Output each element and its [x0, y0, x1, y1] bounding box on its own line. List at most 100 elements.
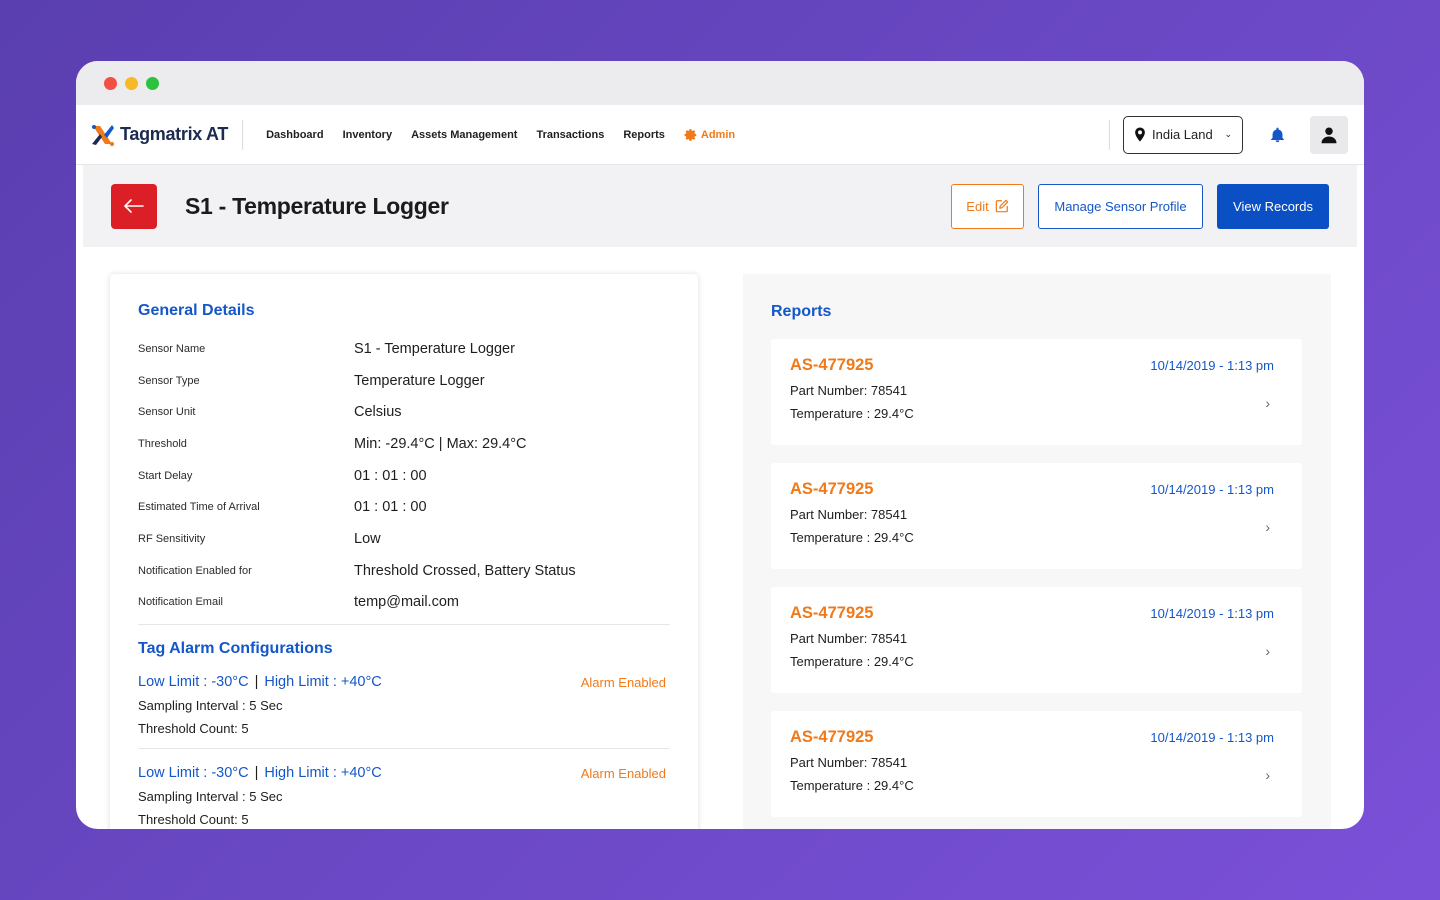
detail-value: Low [354, 530, 381, 547]
chevron-right-icon: › [1265, 643, 1270, 659]
app-window: Tagmatrix AT Dashboard Inventory Assets … [76, 61, 1364, 829]
report-part-number: Part Number: 78541 [790, 383, 908, 398]
detail-row-rf-sensitivity: RF Sensitivity Low [138, 523, 670, 555]
location-select[interactable]: India Land ⌄ [1123, 115, 1243, 154]
tag-alarm-title: Tag Alarm Configurations [138, 640, 333, 658]
manage-sensor-profile-button[interactable]: Manage Sensor Profile [1038, 183, 1203, 229]
logo[interactable]: Tagmatrix AT [90, 119, 244, 150]
nav-divider [1109, 119, 1110, 150]
alarm-limits: Low Limit : -30°C | High Limit : +40°C [138, 674, 382, 690]
bell-icon [1270, 127, 1284, 142]
gear-icon [684, 128, 697, 141]
detail-row-sensor-type: Sensor Type Temperature Logger [138, 365, 670, 397]
detail-value: Min: -29.4°C | Max: 29.4°C [354, 435, 527, 452]
nav-dashboard[interactable]: Dashboard [266, 129, 323, 141]
detail-label: Sensor Type [138, 374, 200, 387]
details-card: General Details Sensor Name S1 - Tempera… [110, 274, 698, 829]
nav-assets-management[interactable]: Assets Management [411, 129, 517, 141]
detail-label: Estimated Time of Arrival [138, 501, 260, 514]
alarm-header: Low Limit : -30°C | High Limit : +40°C Ala… [138, 674, 666, 690]
alarm-config-item: Low Limit : -30°C | High Limit : +40°C Ala… [138, 658, 670, 736]
detail-value: Temperature Logger [354, 372, 485, 389]
nav-admin-label: Admin [700, 128, 736, 141]
report-date: 10/14/2019 - 1:13 pm [1150, 358, 1274, 373]
window-titlebar [76, 61, 1364, 105]
edit-button[interactable]: Edit [951, 183, 1024, 229]
detail-row-sensor-name: Sensor Name S1 - Temperature Logger [138, 333, 670, 365]
minimize-window-button[interactable] [125, 76, 138, 90]
main-nav: Dashboard Inventory Assets Management Tr… [266, 128, 735, 142]
detail-label: Notification Enabled for [138, 564, 252, 577]
report-header: AS-477925 10/14/2019 - 1:13 pm [790, 356, 1284, 375]
report-temperature: Temperature : 29.4°C [790, 406, 914, 421]
divider [138, 624, 670, 626]
alarm-separator: | [254, 674, 259, 691]
detail-row-notification-email: Notification Email temp@mail.com [138, 587, 670, 619]
top-navbar: Tagmatrix AT Dashboard Inventory Assets … [76, 105, 1364, 165]
view-records-button[interactable]: View Records [1217, 183, 1329, 229]
alarm-sampling-interval: Sampling Interval : 5 Sec [138, 698, 283, 714]
location-value: India Land [1152, 127, 1213, 142]
detail-value: 01 : 01 : 00 [354, 467, 427, 484]
report-id: AS-477925 [790, 728, 874, 746]
detail-label: Start Delay [138, 469, 193, 482]
alarm-sampling-interval: Sampling Interval : 5 Sec [138, 789, 283, 805]
alarm-threshold-count: Threshold Count: 5 [138, 812, 249, 828]
tagmatrix-logo-icon [92, 124, 114, 146]
nav-transactions[interactable]: Transactions [536, 129, 604, 141]
alarm-status-badge: Alarm Enabled [580, 765, 666, 781]
page-title: S1 - Temperature Logger [185, 192, 449, 219]
report-card[interactable]: AS-477925 10/14/2019 - 1:13 pm Part Numb… [771, 339, 1302, 445]
general-details-title: General Details [138, 302, 255, 319]
detail-row-sensor-unit: Sensor Unit Celsius [138, 396, 670, 428]
nav-inventory[interactable]: Inventory [343, 129, 393, 141]
nav-admin[interactable]: Admin [684, 128, 735, 142]
user-icon [1321, 127, 1337, 143]
detail-label: RF Sensitivity [138, 532, 206, 545]
detail-value: 01 : 01 : 00 [354, 499, 427, 516]
detail-value: Celsius [354, 404, 402, 421]
report-temperature: Temperature : 29.4°C [790, 778, 914, 793]
detail-value: temp@mail.com [354, 594, 459, 611]
edit-icon [995, 199, 1009, 213]
alarm-status-badge: Alarm Enabled [580, 674, 666, 690]
detail-label: Notification Email [138, 596, 223, 609]
report-id: AS-477925 [790, 356, 874, 374]
chevron-right-icon: › [1265, 767, 1270, 783]
close-window-button[interactable] [104, 76, 117, 90]
report-part-number: Part Number: 78541 [790, 755, 908, 770]
chevron-right-icon: › [1265, 519, 1270, 535]
report-card[interactable]: AS-477925 10/14/2019 - 1:13 pm Part Numb… [771, 587, 1302, 693]
detail-label: Sensor Unit [138, 406, 196, 419]
alarm-separator: | [254, 765, 259, 782]
alarm-low-limit: Low Limit : -30°C [138, 674, 249, 691]
map-pin-icon [1135, 127, 1145, 142]
nav-reports[interactable]: Reports [623, 129, 665, 141]
detail-label: Threshold [138, 437, 187, 450]
maximize-window-button[interactable] [146, 76, 159, 90]
alarm-low-limit: Low Limit : -30°C [138, 765, 249, 782]
detail-value: S1 - Temperature Logger [354, 340, 515, 357]
edit-button-label: Edit [966, 198, 989, 214]
general-details-list: Sensor Name S1 - Temperature Logger Sens… [138, 333, 670, 618]
report-id: AS-477925 [790, 480, 874, 498]
report-date: 10/14/2019 - 1:13 pm [1150, 730, 1274, 745]
nav-right: India Land ⌄ [1109, 115, 1348, 154]
back-button[interactable] [111, 183, 157, 229]
notification-button[interactable] [1268, 126, 1286, 144]
detail-value: Threshold Crossed, Battery Status [354, 562, 576, 579]
alarm-limits: Low Limit : -30°C | High Limit : +40°C [138, 765, 382, 781]
report-temperature: Temperature : 29.4°C [790, 530, 914, 545]
report-card[interactable]: AS-477925 10/14/2019 - 1:13 pm Part Numb… [771, 711, 1302, 817]
report-id: AS-477925 [790, 604, 874, 622]
arrow-left-icon [124, 199, 144, 213]
reports-panel: Reports AS-477925 10/14/2019 - 1:13 pm P… [743, 274, 1331, 829]
logo-text: Tagmatrix AT [120, 124, 229, 144]
detail-row-eta: Estimated Time of Arrival 01 : 01 : 00 [138, 491, 670, 523]
report-part-number: Part Number: 78541 [790, 631, 908, 646]
report-date: 10/14/2019 - 1:13 pm [1150, 482, 1274, 497]
user-menu-button[interactable] [1310, 115, 1348, 154]
alarm-header: Low Limit : -30°C | High Limit : +40°C Ala… [138, 765, 666, 781]
detail-row-threshold: Threshold Min: -29.4°C | Max: 29.4°C [138, 428, 670, 460]
report-card[interactable]: AS-477925 10/14/2019 - 1:13 pm Part Numb… [771, 463, 1302, 569]
